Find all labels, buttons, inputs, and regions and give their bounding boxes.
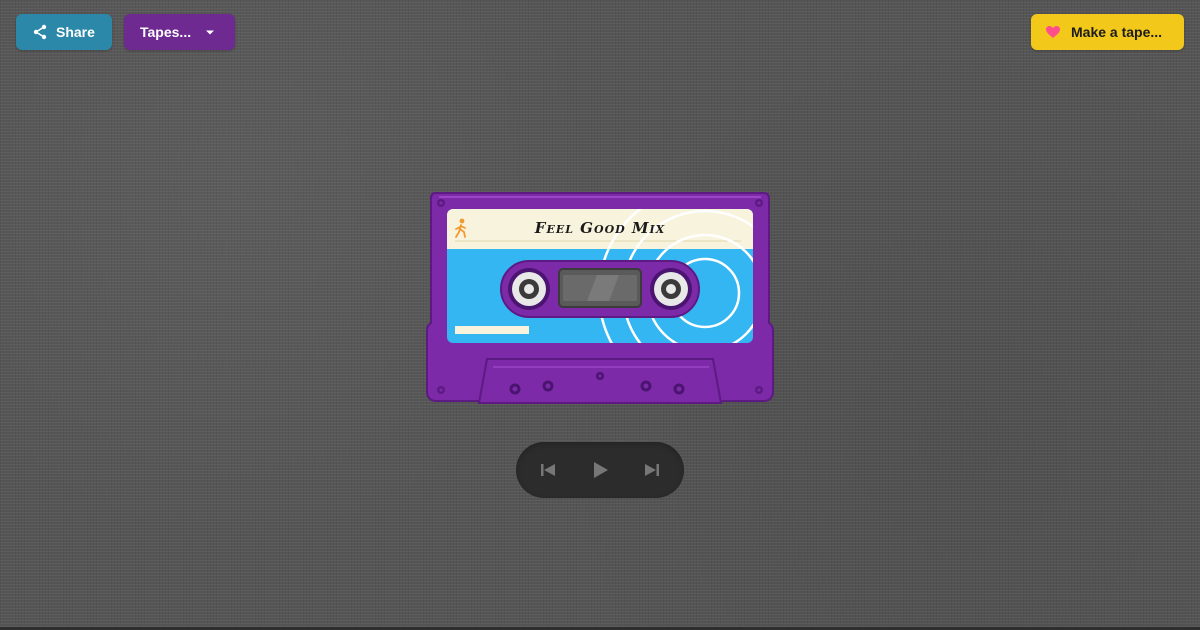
make-tape-button[interactable]: Make a tape...	[1031, 14, 1184, 50]
heart-icon	[1045, 24, 1061, 40]
tapes-label: Tapes...	[140, 24, 192, 40]
make-tape-label: Make a tape...	[1071, 24, 1163, 40]
tape-title: Feel Good Mix	[534, 219, 666, 237]
tapes-dropdown-button[interactable]: Tapes...	[124, 14, 235, 50]
share-button[interactable]: Share	[16, 14, 112, 50]
play-icon[interactable]	[588, 458, 612, 482]
next-icon[interactable]	[640, 458, 664, 482]
previous-icon[interactable]	[536, 458, 560, 482]
player-controls	[516, 442, 684, 498]
caret-down-icon	[205, 27, 215, 37]
share-icon	[32, 24, 48, 40]
share-label: Share	[56, 24, 95, 40]
